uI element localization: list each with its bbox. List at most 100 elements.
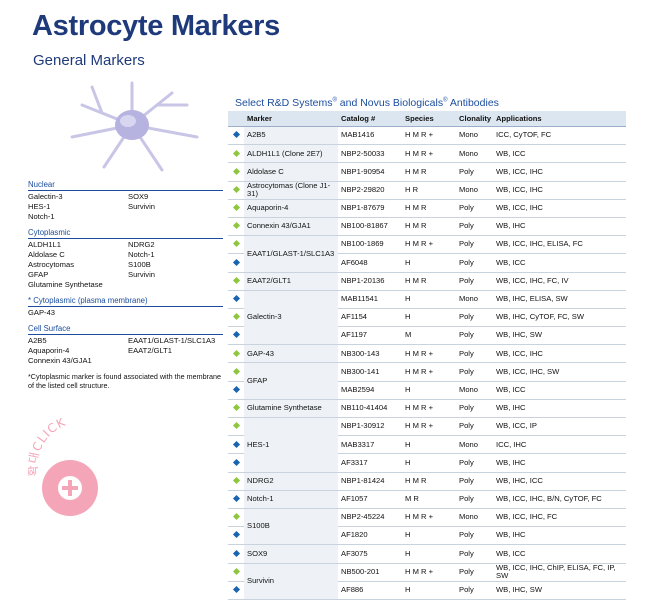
legend-section-title: Nuclear [28, 180, 223, 191]
applications-cell: WB, IHC [493, 399, 626, 419]
catalog-number: NB300-143 [338, 344, 402, 364]
marker-type-cell [228, 381, 244, 400]
applications-cell: WB, IHC [493, 217, 626, 237]
marker-type-cell [228, 253, 244, 273]
legend-item: SOX9 [128, 192, 149, 201]
catalog-number: MAB11541 [338, 290, 402, 309]
marker-type-cell [228, 544, 244, 564]
table-row: A2B5 MAB1416 H M R + Mono ICC, CyTOF, FC [228, 126, 626, 146]
diamond-icon [232, 585, 240, 594]
catalog-number: AF886 [338, 581, 402, 600]
applications-cell: WB, ICC, IHC, ELISA, FC [493, 235, 626, 255]
marker-type-cell [228, 326, 244, 346]
table-row: Glutamine Synthetase NB110-41404 H M R + Po… [228, 399, 626, 419]
marker-name: Aquaporin-4 [244, 199, 338, 218]
marker-name: HES-1 [244, 417, 338, 473]
marker-type-cell [228, 417, 244, 437]
species-cell: M [402, 326, 456, 346]
species-cell: H R [402, 181, 456, 200]
marker-type-cell [228, 290, 244, 309]
heading-part: Select R&D Systems [235, 97, 333, 109]
marker-type-cell [228, 472, 244, 491]
table-row: HES-1 NBP1-30912 H M R + Poly WB, ICC, IP [228, 417, 626, 473]
legend-item: Aquaporin-4 [28, 346, 70, 355]
catalog-number: NBP1-90954 [338, 162, 402, 182]
clonality-cell: Poly [456, 544, 493, 564]
applications-cell: WB, ICC [493, 381, 626, 400]
clonality-cell: Poly [456, 235, 493, 255]
legend-nuclear: Nuclear Galectin-3 SOX9 HES-1 Survivin N… [28, 180, 223, 222]
species-cell: H M R + [402, 417, 456, 437]
marker-type-cell [228, 272, 244, 291]
catalog-number: NBP1-30912 [338, 417, 402, 437]
catalog-number: NB300-141 [338, 362, 402, 382]
diamond-icon [232, 167, 240, 175]
marker-type-cell [228, 181, 244, 200]
applications-cell: WB, ICC, IHC [493, 181, 626, 200]
applications-cell: WB, ICC, IHC, SW [493, 362, 626, 382]
marker-type-cell [228, 453, 244, 473]
species-cell: H [402, 435, 456, 455]
species-cell: H M R + [402, 399, 456, 419]
legend-item: NDRG2 [128, 240, 155, 249]
legend-item: HES-1 [28, 202, 51, 211]
catalog-number: AF3317 [338, 453, 402, 473]
marker-type-cell [228, 217, 244, 237]
legend-item: Survivin [128, 202, 156, 211]
applications-cell: WB, IHC [493, 453, 626, 473]
page-title: Astrocyte Markers [32, 10, 280, 42]
table-row: S100B NBP2-45224 H M R + Mono WB, ICC, IHC, … [228, 508, 626, 546]
legend-item: Glutamine Synthetase [28, 280, 103, 289]
legend-item: Astrocytomas [28, 260, 74, 269]
diamond-icon [232, 240, 240, 248]
table-row: GAP-43 NB300-143 H M R + Poly WB, ICC, IHC [228, 344, 626, 364]
legend-item: ALDH1L1 [28, 240, 61, 249]
legend-cell-surface: Cell Surface A2B5 EAAT1/GLAST-1/SLC1A3 A… [28, 324, 223, 366]
column-header: Marker [244, 111, 338, 127]
applications-cell: WB, IHC, CyTOF, FC, SW [493, 308, 626, 328]
diamond-icon [232, 404, 240, 412]
legend-footnote: *Cytoplasmic marker is found associated … [28, 372, 221, 390]
diamond-icon [232, 567, 240, 575]
applications-cell: WB, ICC, IHC, B/N, CyTOF, FC [493, 490, 626, 509]
column-header: Species [402, 111, 456, 127]
marker-type-cell [228, 526, 244, 546]
marker-type-cell [228, 435, 244, 455]
clonality-cell: Poly [456, 217, 493, 237]
catalog-number: NBP1-20136 [338, 272, 402, 291]
clonality-cell: Poly [456, 199, 493, 218]
table-row: Survivin NB500-201 H M R + Poly WB, ICC, IHC… [228, 563, 626, 600]
applications-cell: WB, IHC, ELISA, SW [493, 290, 626, 309]
applications-cell: WB, ICC, IHC [493, 199, 626, 218]
clonality-cell: Mono [456, 508, 493, 528]
column-header: Applications [493, 111, 626, 127]
diamond-icon [232, 331, 240, 339]
legend-section-title: Cell Surface [28, 324, 223, 335]
marker-location-legend: Nuclear Galectin-3 SOX9 HES-1 Survivin N… [28, 180, 223, 390]
diamond-icon [232, 185, 240, 193]
clonality-cell: Poly [456, 453, 493, 473]
table-row: EAAT1/GLAST-1/SLC1A3 NB100-1869 H M R + Pol… [228, 235, 626, 273]
applications-cell: WB, ICC, IHC, FC, IV [493, 272, 626, 291]
applications-cell: WB, ICC [493, 144, 626, 164]
applications-cell: WB, ICC, IHC [493, 344, 626, 364]
diamond-icon [232, 149, 240, 157]
marker-name: ALDH1L1 (Clone 2E7) [244, 144, 338, 164]
catalog-number: NB100-1869 [338, 235, 402, 255]
species-cell: H M R [402, 272, 456, 291]
table-header-row: Marker Catalog # Species Clonality Appli… [228, 111, 626, 127]
marker-type-cell [228, 399, 244, 419]
applications-cell: WB, IHC [493, 526, 626, 546]
clonality-cell: Poly [456, 253, 493, 273]
species-cell: H M R + [402, 563, 456, 582]
clonality-cell: Mono [456, 144, 493, 164]
marker-type-cell [228, 344, 244, 364]
species-cell: H M R [402, 162, 456, 182]
marker-name: Notch-1 [244, 490, 338, 509]
clonality-cell: Poly [456, 162, 493, 182]
catalog-number: AF1820 [338, 526, 402, 546]
table-body: A2B5 MAB1416 H M R + Mono ICC, CyTOF, FC ALDH… [228, 126, 626, 600]
zoom-click-badge[interactable]: 확대CLICK [28, 418, 138, 528]
diamond-icon [232, 367, 240, 375]
legend-item: Galectin-3 [28, 192, 63, 201]
